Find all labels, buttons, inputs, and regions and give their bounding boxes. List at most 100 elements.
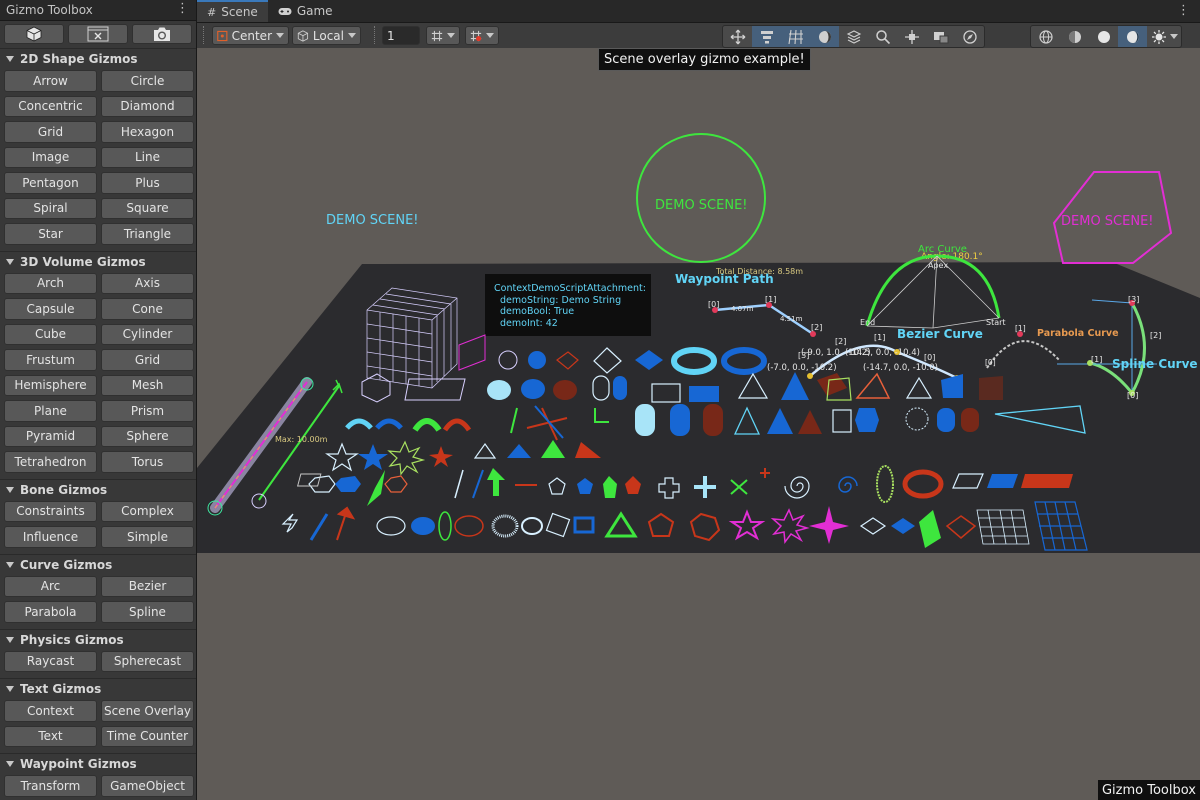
cube-icon-button[interactable] <box>4 24 64 44</box>
gizmo-button-axis[interactable]: Axis <box>101 272 194 294</box>
waypoint-label-3: 4.51m <box>780 315 803 323</box>
gizmo-button-spline[interactable]: Spline <box>101 601 194 623</box>
gizmo-button-bezier[interactable]: Bezier <box>101 575 194 597</box>
foldout-triangle-icon <box>6 56 14 62</box>
gizmo-button-raycast[interactable]: Raycast <box>4 650 97 672</box>
space-dropdown[interactable]: Local <box>292 26 361 45</box>
gizmo-button-pentagon[interactable]: Pentagon <box>4 172 97 194</box>
gizmo-button-arrow[interactable]: Arrow <box>4 70 97 92</box>
gizmo-button-constraints[interactable]: Constraints <box>4 500 97 522</box>
gizmo-button-tetrahedron[interactable]: Tetrahedron <box>4 451 97 473</box>
gizmo-button-square[interactable]: Square <box>101 197 194 219</box>
kebab-menu-icon[interactable]: ⋮ <box>1177 3 1190 18</box>
gizmo-button-text[interactable]: Text <box>4 725 97 747</box>
section-header[interactable]: Curve Gizmos <box>0 553 196 575</box>
search-icon <box>875 29 890 44</box>
gizmo-button-grid[interactable]: Grid <box>4 121 97 143</box>
scene-viewport[interactable]: DEMO SCENE! DEMO SCENE! DEMO SCENE! Cont… <box>197 48 1200 800</box>
gizmo-button-spherecast[interactable]: Spherecast <box>101 650 194 672</box>
section-header[interactable]: Waypoint Gizmos <box>0 753 196 774</box>
gizmo-button-sphere[interactable]: Sphere <box>101 425 194 447</box>
tab-scene[interactable]: # Scene <box>197 0 268 22</box>
button-grid: Transform GameObject <box>0 774 196 800</box>
gizmo-button-pyramid[interactable]: Pyramid <box>4 425 97 447</box>
local-cube-icon <box>297 29 309 42</box>
gizmo-button-prism[interactable]: Prism <box>101 400 194 422</box>
gizmo-button-plane[interactable]: Plane <box>4 400 97 422</box>
increment-snap-dropdown[interactable] <box>465 26 499 45</box>
gizmo-button-grid[interactable]: Grid <box>101 349 194 371</box>
section-header[interactable]: Bone Gizmos <box>0 478 196 500</box>
grid-snap-dropdown[interactable] <box>426 26 460 45</box>
gizmo-button-scene-overlay[interactable]: Scene Overlay <box>101 700 194 722</box>
scene-canvas[interactable]: DEMO SCENE! DEMO SCENE! DEMO SCENE! Cont… <box>197 48 1200 800</box>
gizmo-button-parabola[interactable]: Parabola <box>4 601 97 623</box>
layers-button[interactable] <box>839 26 868 47</box>
gizmo-button-hemisphere[interactable]: Hemisphere <box>4 374 97 396</box>
gizmo-button-hexagon[interactable]: Hexagon <box>101 121 194 143</box>
gizmo-button-circle[interactable]: Circle <box>101 70 194 92</box>
render-mode-button[interactable] <box>810 26 839 47</box>
gizmo-button-simple[interactable]: Simple <box>101 526 194 548</box>
gizmo-button-concentric[interactable]: Concentric <box>4 95 97 117</box>
align-icon <box>760 30 773 43</box>
gizmo-button-star[interactable]: Star <box>4 223 97 245</box>
gizmo-button-influence[interactable]: Influence <box>4 526 97 548</box>
screenshot-button[interactable] <box>132 24 192 44</box>
grid-size-field[interactable]: 1 <box>382 26 420 45</box>
gizmo-button-plus[interactable]: Plus <box>101 172 194 194</box>
gizmo-button-arch[interactable]: Arch <box>4 272 97 294</box>
section-header[interactable]: Physics Gizmos <box>0 628 196 650</box>
pivot-dropdown[interactable]: Center <box>212 26 289 45</box>
gizmo-button-capsule[interactable]: Capsule <box>4 298 97 320</box>
gizmo-button-mesh[interactable]: Mesh <box>101 374 194 396</box>
clear-button[interactable] <box>68 24 128 44</box>
cylinder-red-gizmo <box>703 404 723 436</box>
effects-dropdown[interactable] <box>1147 26 1181 47</box>
compass-button[interactable] <box>955 26 984 47</box>
gizmo-button-time-counter[interactable]: Time Counter <box>101 725 194 747</box>
toolbar-grip <box>374 26 378 44</box>
shaded-wireframe-button[interactable] <box>1060 26 1089 47</box>
wireframe-globe-button[interactable] <box>1031 26 1060 47</box>
shaded-button[interactable] <box>1089 26 1118 47</box>
lighting-button[interactable] <box>1118 26 1147 47</box>
camera-view-button[interactable] <box>926 26 955 47</box>
gizmo-button-transform[interactable]: Transform <box>4 775 97 797</box>
gizmo-button-arc[interactable]: Arc <box>4 575 97 597</box>
gizmo-button-cone[interactable]: Cone <box>101 298 194 320</box>
align-tool-button[interactable] <box>752 26 781 47</box>
layers-icon <box>846 29 861 44</box>
search-button[interactable] <box>868 26 897 47</box>
spline-index-1: [1] <box>1091 355 1102 364</box>
grid-toggle-button[interactable] <box>781 26 810 47</box>
gizmo-button-complex[interactable]: Complex <box>101 500 194 522</box>
cylinder-red-2-gizmo <box>961 408 979 432</box>
gizmo-button-line[interactable]: Line <box>101 146 194 168</box>
bezier-point-1: (-14.5, 0.0, -10.4) <box>845 348 920 358</box>
gizmo-button-image[interactable]: Image <box>4 146 97 168</box>
section-header[interactable]: 3D Volume Gizmos <box>0 250 196 272</box>
kebab-menu-icon[interactable]: ⋮ <box>176 1 189 16</box>
demo-label-green: DEMO SCENE! <box>655 198 748 213</box>
spline-curve-label: Spline Curve <box>1112 357 1198 371</box>
move-tool-button[interactable] <box>723 26 752 47</box>
gizmo-button-cube[interactable]: Cube <box>4 323 97 345</box>
tab-game[interactable]: Game <box>268 0 343 22</box>
transform-button[interactable] <box>897 26 926 47</box>
gizmo-button-torus[interactable]: Torus <box>101 451 194 473</box>
sun-icon <box>1151 29 1166 44</box>
gizmo-button-diamond[interactable]: Diamond <box>101 95 194 117</box>
section-header[interactable]: Text Gizmos <box>0 678 196 699</box>
plane-blue-gizmo <box>689 386 719 402</box>
gizmo-button-triangle[interactable]: Triangle <box>101 223 194 245</box>
section-3d-volume-gizmos: 3D Volume Gizmos Arch Axis Capsule Cone Cube C… <box>0 250 196 477</box>
panel-tab[interactable]: Gizmo Toolbox ⋮ <box>0 0 196 21</box>
gizmo-button-gameobject[interactable]: GameObject <box>101 775 194 797</box>
gizmo-button-context[interactable]: Context <box>4 700 97 722</box>
section-header[interactable]: 2D Shape Gizmos <box>0 48 196 69</box>
gizmo-button-cylinder[interactable]: Cylinder <box>101 323 194 345</box>
gizmo-button-frustum[interactable]: Frustum <box>4 349 97 371</box>
cylinder-blue-gizmo <box>670 404 690 436</box>
gizmo-button-spiral[interactable]: Spiral <box>4 197 97 219</box>
